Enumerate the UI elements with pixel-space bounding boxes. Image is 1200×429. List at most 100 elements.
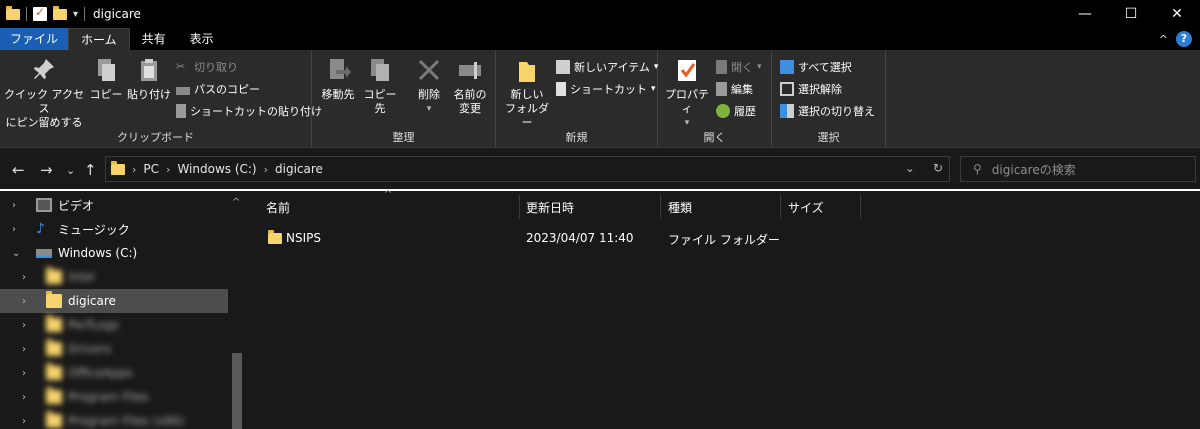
breadcrumb-digicare[interactable]: digicare <box>275 162 323 176</box>
up-arrow-icon[interactable]: ↑ <box>84 161 97 179</box>
tab-share[interactable]: 共有 <box>130 28 178 50</box>
scrollbar-thumb[interactable] <box>232 353 242 429</box>
tab-home[interactable]: ホーム <box>68 28 130 50</box>
expand-chevron-icon[interactable]: › <box>12 200 26 211</box>
rename-icon <box>459 62 481 79</box>
forward-arrow-icon[interactable]: → <box>40 161 53 179</box>
invert-selection-button[interactable]: 選択の切り替え <box>780 103 875 119</box>
customize-quick-access-icon[interactable]: ▾ <box>73 9 78 20</box>
select-group-label: 選択 <box>817 131 840 144</box>
tree-item-folder[interactable]: › Program Files <box>0 385 228 409</box>
table-row[interactable]: NSIPS 2023/04/07 11:40 ファイル フォルダー <box>262 227 862 249</box>
copy-to-icon <box>371 59 389 81</box>
move-to-icon <box>330 59 351 79</box>
maximize-button[interactable]: ☐ <box>1108 0 1154 28</box>
tree-item-digicare[interactable]: › digicare <box>0 289 228 313</box>
move-to-button[interactable]: 移動先 <box>318 56 358 102</box>
expand-chevron-icon[interactable]: › <box>12 224 26 235</box>
tree-item-windows-c[interactable]: ⌄ Windows (C:) <box>0 241 228 265</box>
nav-scrollbar[interactable]: ^ <box>228 191 246 429</box>
select-group: すべて選択 選択解除 選択の切り替え 選択 <box>772 50 886 148</box>
delete-x-icon <box>418 59 440 81</box>
new-folder-icon[interactable] <box>53 5 67 20</box>
rename-button[interactable]: 名前の 変更 <box>450 56 490 116</box>
invert-selection-label: 選択の切り替え <box>798 105 875 118</box>
folder-icon <box>46 267 62 284</box>
column-header-size[interactable]: サイズ <box>788 199 824 216</box>
pin-label-1: クイック アクセス <box>4 88 84 115</box>
properties-button[interactable]: プロパティ ▾ <box>662 56 712 130</box>
new-item-button[interactable]: 新しいアイテム ▾ <box>556 59 658 75</box>
collapse-chevron-icon[interactable]: ⌄ <box>12 248 26 259</box>
rename-label-2: 変更 <box>459 102 481 115</box>
new-folder-icon <box>519 62 535 82</box>
copy-path-button[interactable]: パスのコピー <box>176 81 260 97</box>
properties-dropdown-icon[interactable]: ▾ <box>662 116 712 130</box>
search-placeholder: digicareの検索 <box>991 162 1076 177</box>
expand-chevron-icon[interactable]: › <box>22 320 36 331</box>
expand-chevron-icon[interactable]: › <box>22 416 36 427</box>
new-group-label: 新規 <box>565 131 588 144</box>
new-folder-button[interactable]: 新しい フォルダー <box>502 56 552 130</box>
new-shortcut-button[interactable]: ショートカット ▾ <box>556 81 656 97</box>
expand-chevron-icon[interactable]: › <box>22 296 36 307</box>
expand-chevron-icon[interactable]: › <box>22 344 36 355</box>
delete-button[interactable]: 削除 ▾ <box>412 56 446 116</box>
chevron-right-icon[interactable]: › <box>166 163 170 176</box>
select-none-label: 選択解除 <box>798 83 842 96</box>
column-divider[interactable] <box>660 195 661 219</box>
tree-item-folder[interactable]: › Drivers <box>0 337 228 361</box>
tree-item-music[interactable]: › ♪ ミュージック <box>0 217 228 241</box>
expand-chevron-icon[interactable]: › <box>22 368 36 379</box>
refresh-icon[interactable]: ↻ <box>933 161 943 175</box>
open-button[interactable]: 開く ▾ <box>716 59 762 75</box>
file-type: ファイル フォルダー <box>668 233 780 247</box>
folder-icon <box>46 291 62 308</box>
breadcrumb-drive[interactable]: Windows (C:) <box>177 162 256 176</box>
breadcrumb-pc[interactable]: PC <box>143 162 159 176</box>
address-history-dropdown-icon[interactable]: ⌄ <box>905 161 915 175</box>
close-button[interactable]: ✕ <box>1154 0 1200 28</box>
tree-item-folder[interactable]: › Intel <box>0 265 228 289</box>
tree-item-videos[interactable]: › ビデオ <box>0 193 228 217</box>
edit-label: 編集 <box>731 83 753 96</box>
column-divider[interactable] <box>519 195 520 219</box>
chevron-right-icon[interactable]: › <box>264 163 268 176</box>
search-box[interactable]: ⚲ digicareの検索 <box>960 156 1196 182</box>
minimize-button[interactable]: — <box>1062 0 1108 28</box>
pin-quick-access-button[interactable]: クイック アクセス にピン留めする <box>4 56 84 130</box>
select-all-button[interactable]: すべて選択 <box>780 59 852 75</box>
copy-button[interactable]: コピー <box>88 56 124 102</box>
properties-icon[interactable] <box>33 5 47 21</box>
select-none-button[interactable]: 選択解除 <box>780 81 842 97</box>
tab-view[interactable]: 表示 <box>178 28 226 50</box>
back-arrow-icon[interactable]: ← <box>12 161 25 179</box>
history-button[interactable]: 履歴 <box>716 103 756 119</box>
column-divider[interactable] <box>780 195 781 219</box>
paste-button[interactable]: 貼り付け <box>126 56 172 102</box>
tab-file[interactable]: ファイル <box>0 28 69 50</box>
chevron-right-icon[interactable]: › <box>132 163 136 176</box>
edit-button[interactable]: 編集 <box>716 81 753 97</box>
expand-chevron-icon[interactable]: › <box>22 272 36 283</box>
column-divider[interactable] <box>860 195 861 219</box>
collapse-ribbon-icon[interactable]: ^ <box>1159 33 1168 46</box>
column-header-type[interactable]: 種類 <box>668 199 692 216</box>
recent-locations-icon[interactable]: ⌄ <box>66 164 75 177</box>
organize-group-label: 整理 <box>392 131 415 144</box>
address-bar[interactable]: › PC › Windows (C:) › digicare ⌄ ↻ <box>105 156 950 182</box>
expand-chevron-icon[interactable]: › <box>22 392 36 403</box>
paste-shortcut-button[interactable]: ショートカットの貼り付け <box>176 103 322 119</box>
cut-button[interactable]: ✂ 切り取り <box>176 59 238 75</box>
help-icon[interactable]: ? <box>1176 31 1192 47</box>
copy-to-button[interactable]: コピー先 <box>360 56 400 116</box>
scroll-up-icon[interactable]: ^ <box>232 197 240 208</box>
tree-item-folder[interactable]: › Program Files (x86) <box>0 409 228 429</box>
column-header-modified[interactable]: 更新日時 <box>526 199 574 216</box>
tree-label: Windows (C:) <box>58 246 138 260</box>
column-header-name[interactable]: 名前 <box>266 199 290 216</box>
tree-item-folder[interactable]: › PerfLogs <box>0 313 228 337</box>
tree-item-folder[interactable]: › OfficeApps <box>0 361 228 385</box>
divider <box>84 7 86 21</box>
delete-dropdown-icon[interactable]: ▾ <box>412 102 446 116</box>
